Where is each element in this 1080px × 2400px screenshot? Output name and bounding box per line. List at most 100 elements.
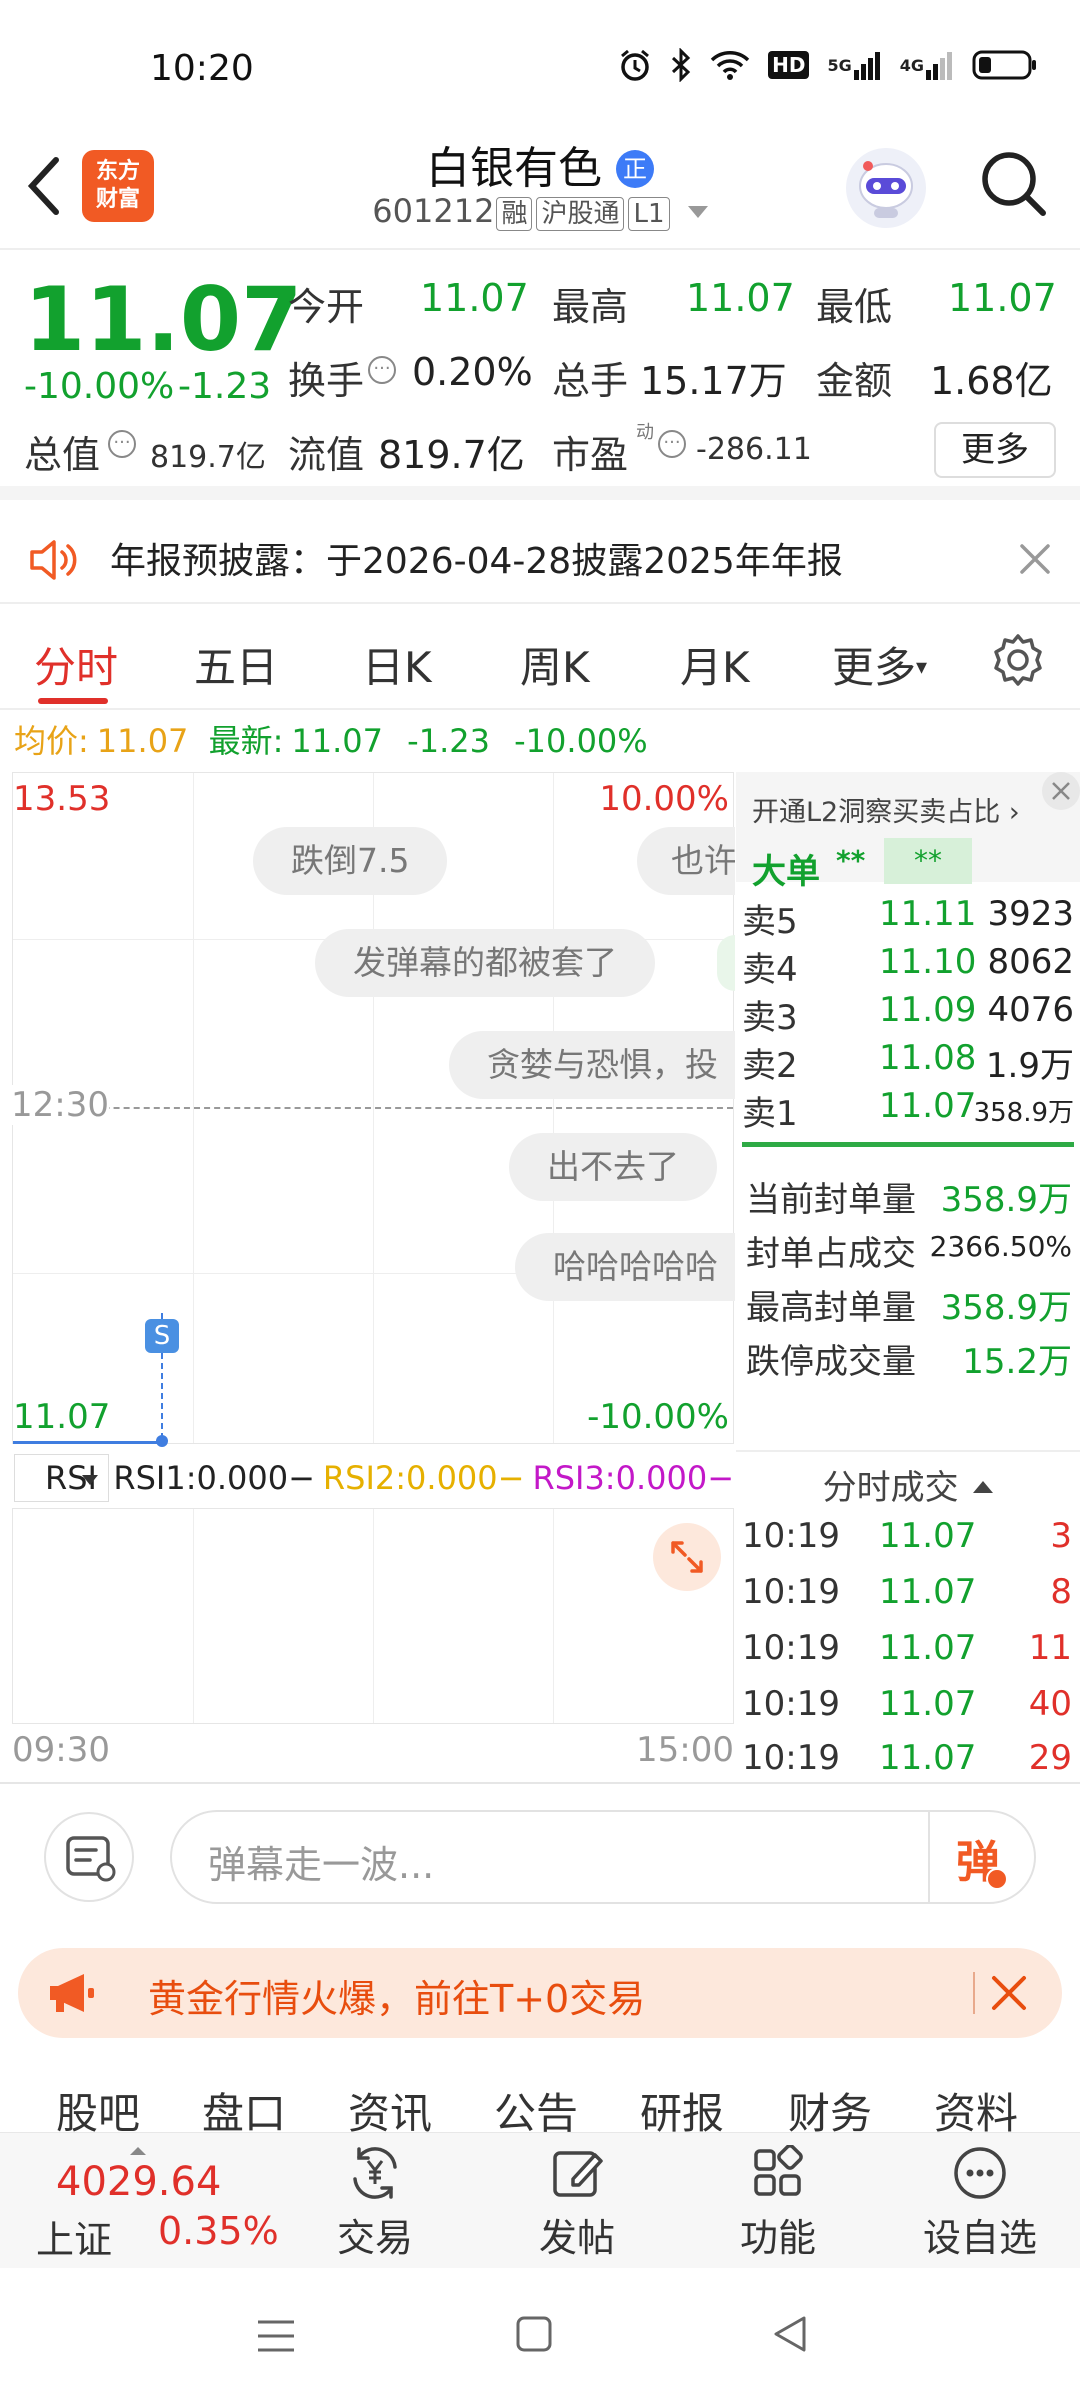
yen-exchange-icon	[353, 2147, 397, 2199]
notice-bar[interactable]: 年报预披露：于2026-04-28披露2025年年报	[0, 514, 1080, 604]
ticks-title[interactable]: 分时成交	[736, 1460, 1080, 1509]
tick-row: 10:19 11.07 11	[742, 1628, 1072, 1668]
status-bar: 10:20 HD 5G 4G	[0, 0, 1080, 130]
chart-tabs: 分时 五日 日K 周K 月K 更多▾	[0, 604, 1080, 710]
volume-label: 总手	[552, 359, 629, 403]
danmu-bubble: 出不去了	[509, 1133, 717, 1201]
danmu-input[interactable]: 弹幕走一波... 弹	[170, 1810, 1036, 1904]
amount-label: 金额	[816, 359, 893, 403]
tab-week-k[interactable]: 周K	[520, 634, 590, 695]
rsi-chart[interactable]	[12, 1508, 734, 1724]
grid-icon	[754, 2145, 803, 2196]
content-tabs: 股吧 盘口 资讯 公告 研报 财务 资料	[0, 2050, 1080, 2138]
gear-icon[interactable]	[990, 632, 1046, 688]
y-top-label: 13.53	[13, 779, 111, 819]
change-abs: -1.23	[178, 366, 272, 407]
danmu-bubble: 哈哈哈哈哈	[515, 1233, 735, 1301]
tick-row: 10:19 11.07 40	[742, 1684, 1072, 1724]
more-button[interactable]: 更多	[934, 422, 1056, 478]
chart-info-line: 均价: 11.07 最新: 11.07 -1.23 -10.00%	[14, 722, 648, 760]
high-label: 最高	[552, 285, 629, 329]
alarm-icon	[621, 49, 650, 81]
info-icon[interactable]: ···	[368, 356, 396, 384]
tab-more[interactable]: 更多▾	[832, 634, 927, 695]
big-order-value-masked: **	[884, 838, 972, 884]
pct-bottom-label: -10.00%	[587, 1397, 729, 1437]
home-icon[interactable]	[514, 2314, 554, 2354]
y-bottom-label: 11.07	[13, 1397, 111, 1437]
nav-add-watchlist[interactable]: 设自选	[910, 2145, 1050, 2262]
ask-row-4: 卖4 11.10 8062	[742, 942, 1074, 990]
rsi-row: RSI RSI1:0.000− RSI2:0.000− RSI3:0.000−	[12, 1450, 734, 1506]
dropdown-caret-icon[interactable]	[687, 206, 708, 218]
system-nav-bar	[0, 2268, 1080, 2400]
speaker-icon	[30, 540, 77, 580]
rsi1-value: RSI1:0.000	[113, 1459, 289, 1497]
stock-code: 601212	[372, 192, 495, 230]
close-icon[interactable]	[990, 1974, 1028, 2012]
close-icon[interactable]	[1042, 772, 1080, 810]
danmu-send-button[interactable]: 弹	[956, 1826, 1008, 1890]
bluetooth-icon	[672, 48, 691, 82]
notice-text: 年报预披露：于2026-04-28披露2025年年报	[110, 541, 843, 582]
nav-post[interactable]: 发帖	[507, 2145, 647, 2262]
low-value: 11.07	[948, 276, 1057, 320]
margin-tag: 融	[496, 197, 533, 231]
menu-icon[interactable]	[256, 2316, 296, 2356]
danmu-bubble: 贪婪与恐惧，投	[449, 1031, 735, 1099]
edit-icon	[553, 2151, 603, 2197]
pe-label: 市盈	[552, 433, 629, 477]
expand-icon[interactable]	[653, 1523, 721, 1591]
tick-row: 10:19 11.07 29	[742, 1738, 1072, 1778]
rsi-select[interactable]: RSI	[14, 1454, 110, 1502]
mktcap-label: 总值	[24, 433, 101, 477]
low-label: 最低	[816, 285, 893, 329]
mktcap-value: 819.7亿	[150, 440, 266, 475]
nav-trade[interactable]: 交易	[305, 2145, 445, 2262]
tick-row: 10:19 11.07 8	[742, 1572, 1072, 1612]
caret-up-icon	[130, 2147, 146, 2155]
amount-value: 1.68亿	[930, 359, 1053, 403]
seal-bar	[742, 1142, 1074, 1147]
rsi3-value: RSI3:0.000	[532, 1459, 708, 1497]
intraday-chart[interactable]: 12:30 13.53 10.00% 11.07 -10.00% S 跌倒7.5…	[11, 772, 735, 1447]
index-widget[interactable]: 4029.64 上证 0.35%	[30, 2147, 290, 2262]
ask-row-5: 卖5 11.11 3923	[742, 894, 1074, 942]
chevron-down-icon	[82, 1475, 99, 1485]
danmu-bubble: 也许	[637, 827, 735, 895]
tab-month-k[interactable]: 月K	[680, 634, 750, 695]
mid-dashed-line	[13, 1107, 733, 1109]
change-pct: -10.00%	[24, 366, 175, 407]
l2-promo-link[interactable]: 开通L2洞察买卖占比 ›	[752, 790, 1020, 829]
search-icon[interactable]	[978, 148, 1050, 220]
turnover-label: 换手	[288, 359, 365, 403]
pct-top-label: 10.00%	[599, 779, 729, 819]
seal-row: 最高封单量 358.9万	[746, 1288, 1072, 1328]
status-time: 10:20	[150, 48, 254, 89]
danmu-settings-icon[interactable]	[44, 1812, 134, 1902]
turnover-value: 0.20%	[412, 350, 533, 394]
tab-intraday[interactable]: 分时	[34, 634, 118, 695]
seal-row: 当前封单量 358.9万	[746, 1180, 1072, 1220]
danmu-bubble: 发弹幕的都被套了	[315, 929, 655, 997]
price-line	[13, 1441, 161, 1444]
status-icons: HD 5G 4G	[618, 48, 1038, 82]
close-icon[interactable]	[1018, 542, 1052, 576]
ask-row-2: 卖2 11.08 1.9万	[742, 1038, 1074, 1086]
pe-superscript: 动	[636, 422, 654, 443]
high-value: 11.07	[686, 276, 795, 320]
tab-five-day[interactable]: 五日	[194, 634, 278, 695]
verified-badge-icon: 正	[616, 150, 654, 188]
info-icon[interactable]: ···	[658, 430, 686, 458]
tab-day-k[interactable]: 日K	[362, 634, 432, 695]
info-icon[interactable]: ···	[108, 430, 136, 458]
ask-row-1: 卖1 11.07 358.9万	[742, 1086, 1074, 1134]
wifi-icon	[710, 51, 750, 80]
promo-banner[interactable]: 黄金行情火爆，前往T+0交易	[18, 1948, 1062, 2038]
buy-sell-marker[interactable]: S	[145, 1319, 179, 1353]
nav-functions[interactable]: 功能	[708, 2145, 848, 2262]
promo-text: 黄金行情火爆，前往T+0交易	[148, 1977, 646, 2021]
robot-assistant-icon[interactable]	[846, 148, 926, 228]
current-price: 11.07	[24, 268, 303, 371]
back-icon[interactable]	[770, 2314, 810, 2354]
